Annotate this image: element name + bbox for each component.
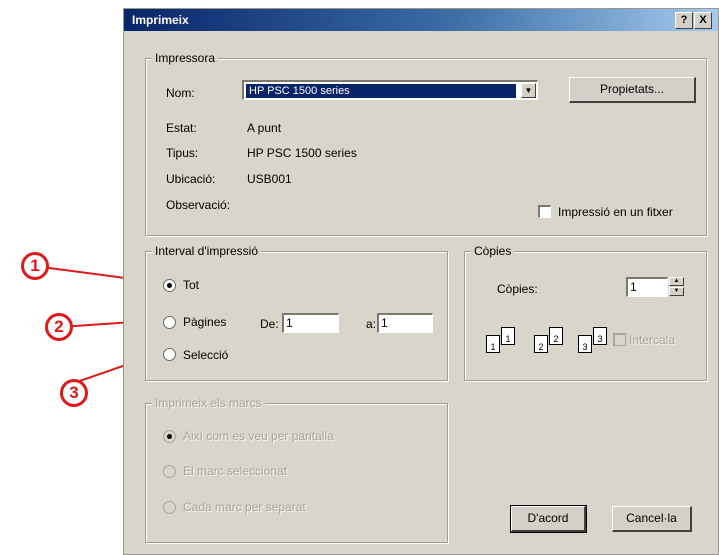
title-bar: Imprimeix ? X <box>124 9 718 31</box>
location-value: USB001 <box>247 172 292 186</box>
type-label: Tipus: <box>166 146 199 160</box>
chevron-down-icon[interactable]: ▼ <box>521 83 536 98</box>
print-to-file-label[interactable]: Impressió en un fitxer <box>558 205 673 219</box>
help-button[interactable]: ? <box>675 12 693 29</box>
all-radio-label[interactable]: Tot <box>183 278 199 292</box>
callout-marker-3: 3 <box>60 379 88 407</box>
copies-group-label: Còpies <box>471 244 515 258</box>
to-label: a: <box>366 317 377 331</box>
page-icon: 1 <box>486 335 500 353</box>
cancel-button[interactable]: Cancel·la <box>612 506 692 532</box>
frames-separate-radio[interactable] <box>163 501 176 514</box>
frames-separate-label[interactable]: Cada marc per separat <box>183 500 306 514</box>
comment-label: Observació: <box>166 198 231 212</box>
printer-name-value: HP PSC 1500 series <box>246 84 516 98</box>
printer-name-select[interactable]: HP PSC 1500 series ▼ <box>242 80 538 100</box>
from-page-input[interactable]: 1 <box>282 313 339 333</box>
collate-label[interactable]: Intercala <box>629 333 675 347</box>
page-icon: 3 <box>593 327 607 345</box>
close-button[interactable]: X <box>694 12 712 29</box>
pages-radio[interactable] <box>163 316 176 329</box>
location-label: Ubicació: <box>166 172 216 186</box>
frames-as-screen-label[interactable]: Així com es veu per pantalla <box>183 429 334 443</box>
pages-radio-label[interactable]: Pàgines <box>183 315 226 329</box>
copies-group: Còpies <box>464 244 707 381</box>
print-to-file-checkbox[interactable] <box>538 205 551 218</box>
frames-selected-label[interactable]: El marc seleccionat <box>183 464 287 478</box>
print-dialog: Imprimeix ? X Impressora Nom: HP PSC 150… <box>123 8 719 555</box>
page-icon: 2 <box>549 327 563 345</box>
from-label: De: <box>260 317 279 331</box>
status-value: A punt <box>247 121 282 135</box>
type-value: HP PSC 1500 series <box>247 146 357 160</box>
spin-up-button[interactable]: ▲ <box>669 277 684 286</box>
callout-marker-1: 1 <box>21 252 49 280</box>
page-icon: 2 <box>534 335 548 353</box>
selection-radio[interactable] <box>163 348 176 361</box>
to-page-input[interactable]: 1 <box>377 313 433 333</box>
spin-down-button[interactable]: ▼ <box>669 287 684 296</box>
frames-selected-radio[interactable] <box>163 465 176 478</box>
page-icon: 3 <box>578 335 592 353</box>
page-icon: 1 <box>501 327 515 345</box>
window-title: Imprimeix <box>132 13 189 27</box>
copies-label: Còpies: <box>497 282 538 296</box>
ok-button[interactable]: D'acord <box>510 505 587 533</box>
collate-checkbox[interactable] <box>613 333 626 346</box>
all-radio[interactable] <box>163 279 176 292</box>
callout-marker-2: 2 <box>45 313 73 341</box>
frames-as-screen-radio[interactable] <box>163 430 176 443</box>
print-frames-label: Imprimeix els marcs <box>152 396 265 410</box>
properties-button[interactable]: Propietats... <box>569 77 696 103</box>
print-range-label: Interval d'impressió <box>152 244 261 258</box>
printer-group-label: Impressora <box>152 51 219 65</box>
selection-radio-label[interactable]: Selecció <box>183 348 228 362</box>
printer-name-label: Nom: <box>166 86 195 100</box>
status-label: Estat: <box>166 121 197 135</box>
copies-input[interactable]: 1 <box>626 277 668 297</box>
